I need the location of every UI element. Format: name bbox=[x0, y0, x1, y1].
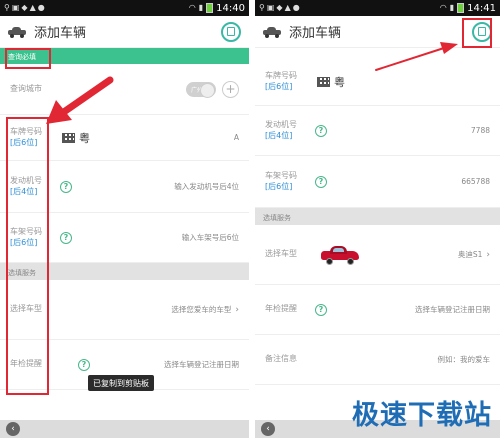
plate-label-text: 车牌号码 bbox=[265, 70, 297, 80]
note-label: 备注信息 bbox=[265, 354, 297, 364]
car-model-image bbox=[321, 245, 359, 265]
highlight-box-save bbox=[462, 18, 492, 48]
wifi-icon: ◠ bbox=[439, 3, 447, 12]
query-city-row[interactable]: 查询城市 广州 + bbox=[0, 64, 249, 115]
help-icon[interactable]: ? bbox=[60, 180, 72, 193]
engine-number-input[interactable]: 输入发动机号后4位 bbox=[174, 181, 239, 192]
back-button[interactable]: ‹ bbox=[6, 422, 20, 436]
screenshot-stage: ⚲ ▣ ◆ ▲ ● ◠ ▮ 14:40 添加车辆 查询必填 查询城市 广州 + bbox=[0, 0, 500, 438]
car-model-select[interactable]: 奥迪S1 bbox=[458, 249, 483, 260]
status-time: 14:41 bbox=[467, 2, 496, 14]
notification-icon: ▲ bbox=[284, 3, 291, 12]
plate-number-label: 车牌号码 [后6位] bbox=[265, 71, 307, 93]
help-icon[interactable]: ? bbox=[315, 303, 327, 316]
signal-icon: ▮ bbox=[198, 3, 204, 12]
status-bar: ⚲ ▣ ◆ ▲ ● ◠ ▮ 14:40 bbox=[0, 0, 249, 16]
chevron-right-icon: › bbox=[235, 304, 239, 315]
vin-label: 车架号码 [后6位] bbox=[265, 171, 307, 193]
car-icon bbox=[8, 26, 26, 38]
notification-icon: ◆ bbox=[21, 3, 28, 12]
city-selector[interactable]: 广州 bbox=[186, 81, 216, 98]
page-title: 添加车辆 bbox=[34, 26, 87, 41]
bottom-bar: ‹ bbox=[0, 420, 249, 438]
notification-icon: ● bbox=[292, 3, 300, 12]
keyboard-grid-icon[interactable] bbox=[317, 76, 330, 87]
car-model-select[interactable]: 选择您爱车的车型 bbox=[171, 304, 231, 315]
notification-icon: ▣ bbox=[11, 3, 20, 12]
help-icon[interactable]: ? bbox=[315, 124, 327, 137]
add-city-button[interactable]: + bbox=[222, 80, 239, 98]
vin-input[interactable]: 665788 bbox=[461, 177, 490, 186]
notification-icon: ▣ bbox=[266, 3, 275, 12]
engine-label-text: 发动机号 bbox=[265, 119, 297, 129]
vin-label-text: 车架号码 bbox=[265, 170, 297, 180]
registration-date-input[interactable]: 选择车辆登记注册日期 bbox=[415, 304, 490, 315]
save-icon bbox=[227, 27, 235, 36]
red-arrow-icon bbox=[375, 42, 458, 71]
red-arrow-icon bbox=[46, 76, 114, 124]
highlight-box-fields bbox=[6, 117, 49, 395]
site-watermark: 极速下载站 bbox=[352, 400, 492, 431]
vin-label-hint: [后6位] bbox=[265, 181, 293, 191]
engine-number-input[interactable]: 7788 bbox=[471, 126, 490, 135]
status-bar: ⚲ ▣ ◆ ▲ ● ◠ ▮ 14:41 bbox=[255, 0, 500, 16]
note-row[interactable]: 备注信息 例如：我的爱车 bbox=[255, 335, 500, 385]
back-button[interactable]: ‹ bbox=[261, 422, 275, 436]
plate-label-hint: [后6位] bbox=[265, 81, 293, 91]
battery-icon bbox=[457, 3, 465, 13]
help-icon[interactable]: ? bbox=[60, 231, 72, 244]
wifi-icon: ◠ bbox=[188, 3, 196, 12]
car-icon bbox=[263, 26, 281, 38]
note-input[interactable]: 例如：我的爱车 bbox=[438, 354, 491, 365]
notification-icon: ◆ bbox=[276, 3, 283, 12]
battery-icon bbox=[206, 3, 214, 13]
vin-input[interactable]: 输入车架号后6位 bbox=[182, 232, 239, 243]
usb-icon: ⚲ bbox=[4, 3, 10, 12]
help-icon[interactable]: ? bbox=[315, 175, 327, 188]
chevron-right-icon: › bbox=[486, 249, 490, 260]
plate-province[interactable]: 粤 bbox=[79, 130, 90, 146]
status-time: 14:40 bbox=[216, 2, 245, 14]
copied-toast: 已复制到剪贴板 bbox=[88, 375, 154, 391]
notification-icon: ● bbox=[37, 3, 45, 12]
plate-province[interactable]: 粤 bbox=[334, 74, 345, 90]
vin-row[interactable]: 车架号码 [后6位] ? 665788 bbox=[255, 156, 500, 208]
help-icon[interactable]: ? bbox=[78, 358, 90, 371]
city-value: 广州 bbox=[191, 86, 204, 94]
car-model-label: 选择车型 bbox=[265, 249, 297, 259]
plate-input[interactable]: A bbox=[234, 133, 239, 142]
signal-icon: ▮ bbox=[449, 3, 455, 12]
inspection-label: 年检提醒 bbox=[265, 304, 297, 314]
car-model-row[interactable]: 选择车型 奥迪S1 › bbox=[255, 225, 500, 285]
optional-section-header: 选填服务 bbox=[255, 208, 500, 225]
registration-date-input[interactable]: 选择车辆登记注册日期 bbox=[164, 359, 239, 370]
engine-number-label: 发动机号 [后4位] bbox=[265, 120, 307, 142]
save-button[interactable] bbox=[221, 21, 241, 42]
keyboard-grid-icon[interactable] bbox=[62, 132, 75, 143]
page-title: 添加车辆 bbox=[289, 26, 342, 41]
engine-label-hint: [后4位] bbox=[265, 130, 293, 140]
notification-icon: ▲ bbox=[29, 3, 36, 12]
inspection-reminder-row[interactable]: 年检提醒 ? 选择车辆登记注册日期 bbox=[255, 285, 500, 335]
engine-number-row[interactable]: 发动机号 [后4位] ? 7788 bbox=[255, 106, 500, 156]
left-phone-screen: ⚲ ▣ ◆ ▲ ● ◠ ▮ 14:40 添加车辆 查询必填 查询城市 广州 + bbox=[0, 0, 249, 438]
usb-icon: ⚲ bbox=[259, 3, 265, 12]
highlight-box-required bbox=[5, 48, 51, 69]
app-bar: 添加车辆 bbox=[0, 16, 249, 48]
